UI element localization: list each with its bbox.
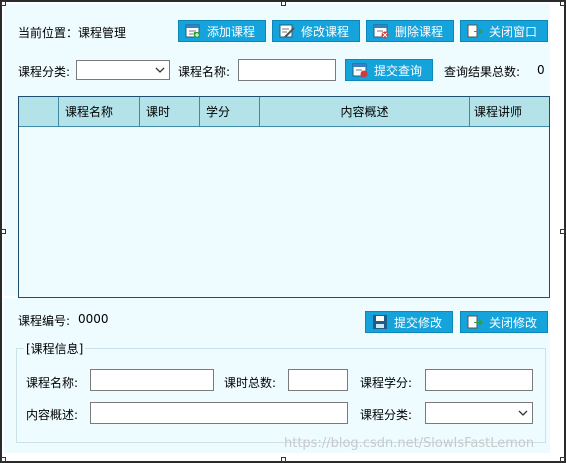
course-id-label: 课程编号: <box>18 314 71 328</box>
location-value: 课程管理 <box>78 26 127 40</box>
delete-course-button[interactable]: 删除课程 <box>366 20 454 42</box>
add-icon <box>185 23 201 39</box>
resize-handle-bottom[interactable] <box>281 457 286 462</box>
column-header-hours[interactable]: 课时 <box>140 97 200 126</box>
category-label: 课程分类: <box>18 65 71 79</box>
watermark: https://blog.csdn.net/SlowIsFastLemon <box>284 436 535 451</box>
close-edit-label: 关闭修改 <box>489 315 538 330</box>
course-id-value: 0000 <box>78 312 109 326</box>
column-header-credit[interactable]: 学分 <box>200 97 260 126</box>
column-header-summary[interactable]: 内容概述 <box>260 97 470 126</box>
detail-credit-input[interactable] <box>425 369 533 391</box>
resize-handle-top-right[interactable] <box>560 1 565 6</box>
resize-handle-left[interactable] <box>1 229 6 234</box>
detail-category-select[interactable] <box>425 402 533 424</box>
edit-icon <box>279 23 295 39</box>
delete-course-label: 删除课程 <box>395 24 444 39</box>
exit-icon <box>467 23 483 39</box>
resize-handle-bottom-right[interactable] <box>560 457 565 462</box>
chevron-down-icon <box>155 64 165 76</box>
close-window-button[interactable]: 关闭窗口 <box>460 20 548 42</box>
detail-name-label: 课程名称: <box>26 376 79 390</box>
close-edit-button[interactable]: 关闭修改 <box>460 311 548 333</box>
submit-edit-label: 提交修改 <box>394 315 443 330</box>
resize-handle-right[interactable] <box>560 229 565 234</box>
detail-hours-input[interactable] <box>288 369 348 391</box>
detail-name-input[interactable] <box>90 369 214 391</box>
detail-hours-label: 课时总数: <box>224 376 277 390</box>
query-icon <box>352 62 368 78</box>
resize-handle-bottom-left[interactable] <box>1 457 6 462</box>
result-count-label: 查询结果总数: <box>444 65 521 79</box>
exit-icon <box>467 314 483 330</box>
close-window-label: 关闭窗口 <box>489 24 538 39</box>
result-count-value: 0 <box>537 63 545 77</box>
submit-query-label: 提交查询 <box>374 63 423 78</box>
delete-icon <box>373 23 389 39</box>
column-header-rowselect[interactable] <box>19 97 59 126</box>
edit-course-label: 修改课程 <box>301 24 350 39</box>
name-input[interactable] <box>238 59 336 81</box>
submit-edit-button[interactable]: 提交修改 <box>365 311 453 333</box>
detail-summary-label: 内容概述: <box>26 408 79 422</box>
column-header-teacher[interactable]: 课程讲师 <box>470 97 549 126</box>
add-course-button[interactable]: 添加课程 <box>178 20 266 42</box>
category-select[interactable] <box>76 60 170 80</box>
submit-query-button[interactable]: 提交查询 <box>345 59 433 81</box>
resize-handle-top-left[interactable] <box>1 1 6 6</box>
location-label: 当前位置： <box>18 26 79 40</box>
course-info-title: [课程信息] <box>24 340 86 357</box>
table-header: 课程名称 课时 学分 内容概述 课程讲师 <box>19 97 549 127</box>
column-header-name[interactable]: 课程名称 <box>59 97 140 126</box>
course-info-group <box>16 348 546 443</box>
detail-credit-label: 课程学分: <box>360 376 413 390</box>
name-label: 课程名称: <box>178 65 231 79</box>
detail-category-label: 课程分类: <box>360 408 413 422</box>
add-course-label: 添加课程 <box>207 24 256 39</box>
course-table[interactable]: 课程名称 课时 学分 内容概述 课程讲师 <box>18 96 550 298</box>
chevron-down-icon <box>518 407 528 419</box>
save-icon <box>372 314 388 330</box>
edit-course-button[interactable]: 修改课程 <box>272 20 360 42</box>
detail-summary-input[interactable] <box>90 402 348 424</box>
resize-handle-top[interactable] <box>281 1 286 6</box>
